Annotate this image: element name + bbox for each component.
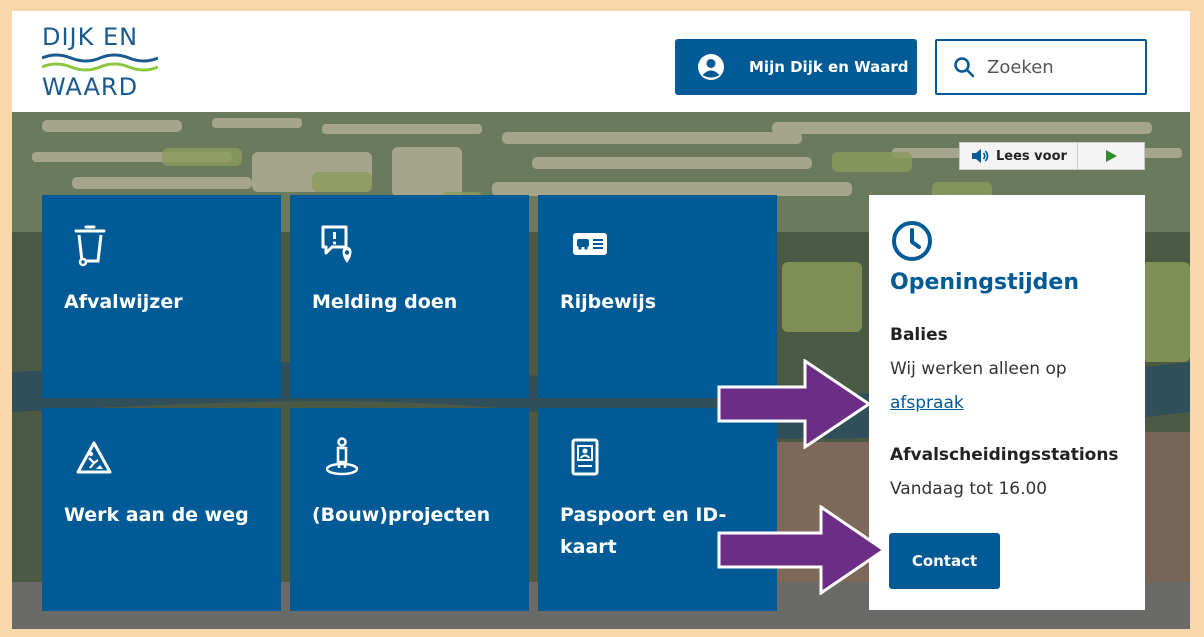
afvalscheidingsstations-heading: Afvalscheidingsstations	[890, 445, 1119, 465]
annotation-arrow-afspraak	[717, 359, 872, 449]
search-box[interactable]	[935, 39, 1147, 95]
balies-text: Wij werken alleen op	[890, 359, 1067, 379]
logo-line-1: DIJK EN	[42, 23, 139, 51]
annotation-arrow-contact	[717, 505, 887, 595]
driving-license-icon	[573, 233, 607, 255]
tile-label: Melding doen	[312, 291, 458, 313]
clock-icon	[892, 221, 932, 261]
account-circle-icon	[698, 54, 724, 80]
openingstijden-title: Openingstijden	[890, 270, 1080, 295]
logo-waves-icon	[42, 53, 158, 72]
afval-hours-text: Vandaag tot 16.00	[890, 479, 1048, 499]
report-location-icon	[321, 225, 352, 263]
logo-line-2: WAARD	[42, 73, 139, 101]
road-works-icon	[76, 441, 112, 474]
mijn-dijk-en-waard-button[interactable]: Mijn Dijk en Waard	[675, 39, 917, 95]
passport-icon	[571, 438, 599, 476]
lees-voor-bar: Lees voor	[959, 142, 1145, 170]
play-icon	[1106, 150, 1117, 162]
site-header: DIJK EN WAARD Mijn Dijk en Waard	[12, 11, 1190, 112]
contact-button[interactable]: Contact	[889, 533, 1000, 589]
tile-melding-doen[interactable]: Melding doen	[290, 195, 529, 398]
play-button[interactable]	[1078, 143, 1144, 169]
tile-afvalwijzer[interactable]: Afvalwijzer	[42, 195, 281, 398]
lees-voor-label: Lees voor	[996, 148, 1067, 164]
waste-bin-icon	[74, 225, 106, 267]
tile-label: Werk aan de weg	[64, 504, 249, 526]
tile-bouwprojecten[interactable]: (Bouw)projecten	[290, 408, 529, 611]
speaker-icon	[972, 149, 989, 163]
tile-label: Rijbewijs	[560, 291, 657, 313]
hero-section: Lees voor Afvalwijzer Melding doen Rijbe…	[12, 112, 1190, 629]
tile-label: Afvalwijzer	[64, 291, 183, 313]
openingstijden-panel: Openingstijden Balies Wij werken alleen …	[869, 195, 1145, 610]
search-icon	[954, 57, 975, 78]
mijn-button-label: Mijn Dijk en Waard	[749, 58, 909, 76]
construction-project-icon	[325, 437, 359, 476]
search-input[interactable]	[987, 56, 1127, 78]
logo[interactable]: DIJK EN WAARD	[42, 25, 160, 105]
tile-label: (Bouw)projecten	[312, 504, 491, 526]
lees-voor-button[interactable]: Lees voor	[960, 143, 1078, 169]
tile-werk-aan-de-weg[interactable]: Werk aan de weg	[42, 408, 281, 611]
page-frame: DIJK EN WAARD Mijn Dijk en Waard Zoeken …	[12, 11, 1190, 629]
afspraak-link[interactable]: afspraak	[890, 393, 964, 413]
balies-heading: Balies	[890, 325, 948, 345]
